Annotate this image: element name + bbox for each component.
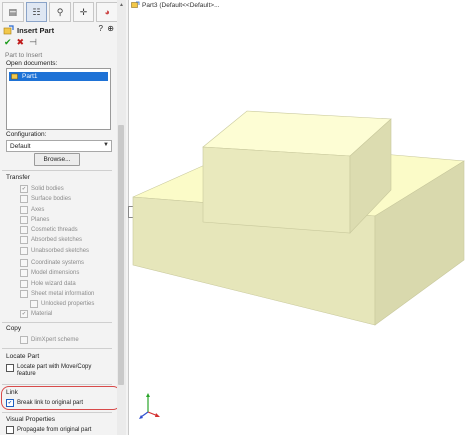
axis-triad-icon: [139, 393, 160, 419]
model-boss-block: [202, 110, 392, 234]
part-model[interactable]: [0, 0, 474, 435]
